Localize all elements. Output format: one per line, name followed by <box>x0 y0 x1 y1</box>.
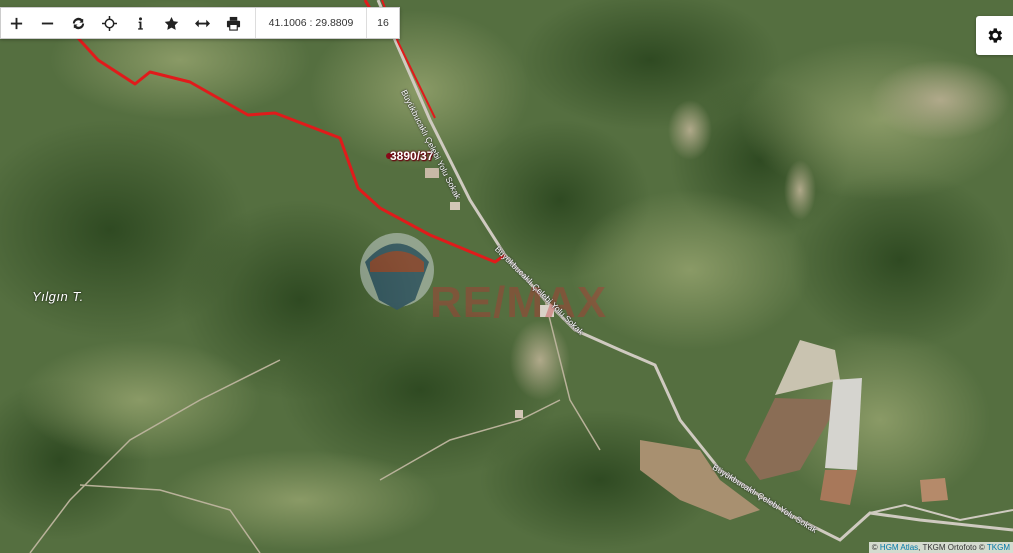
info-button[interactable] <box>125 8 156 38</box>
printer-icon <box>226 16 241 31</box>
gear-icon <box>988 28 1003 43</box>
place-label: Yılgın T. <box>32 289 84 304</box>
attribution-prefix: © <box>871 543 878 552</box>
map-toolbar: 41.1006 : 29.8809 16 <box>0 7 400 39</box>
minus-icon <box>41 22 54 24</box>
coordinates-readout: 41.1006 : 29.8809 <box>255 8 366 38</box>
attribution-ortho: , TKGM Ortofoto © <box>918 543 985 552</box>
parcel-label[interactable]: 3890/37 <box>390 149 433 163</box>
plus-icon <box>10 17 23 29</box>
satellite-map[interactable] <box>0 0 1013 553</box>
attribution-atlas-link[interactable]: HGM Atlas <box>880 543 918 552</box>
refresh-icon <box>72 17 85 29</box>
settings-button[interactable] <box>976 16 1013 55</box>
favorite-button[interactable] <box>156 8 187 38</box>
star-icon <box>164 16 179 30</box>
crosshair-icon <box>102 15 117 31</box>
locate-button[interactable] <box>94 8 125 38</box>
print-button[interactable] <box>218 8 249 38</box>
zoom-level: 16 <box>366 8 399 38</box>
zoom-out-button[interactable] <box>32 8 63 38</box>
measure-button[interactable] <box>187 8 218 38</box>
zoom-in-button[interactable] <box>1 8 32 38</box>
attribution-tkgm-link[interactable]: TKGM <box>987 543 1010 552</box>
info-icon <box>138 16 143 30</box>
remax-watermark-text: RE/MAX <box>430 278 608 327</box>
map-attribution: © HGM Atlas, TKGM Ortofoto © TKGM <box>868 542 1013 553</box>
arrows-horizontal-icon <box>195 19 210 27</box>
refresh-button[interactable] <box>63 8 94 38</box>
